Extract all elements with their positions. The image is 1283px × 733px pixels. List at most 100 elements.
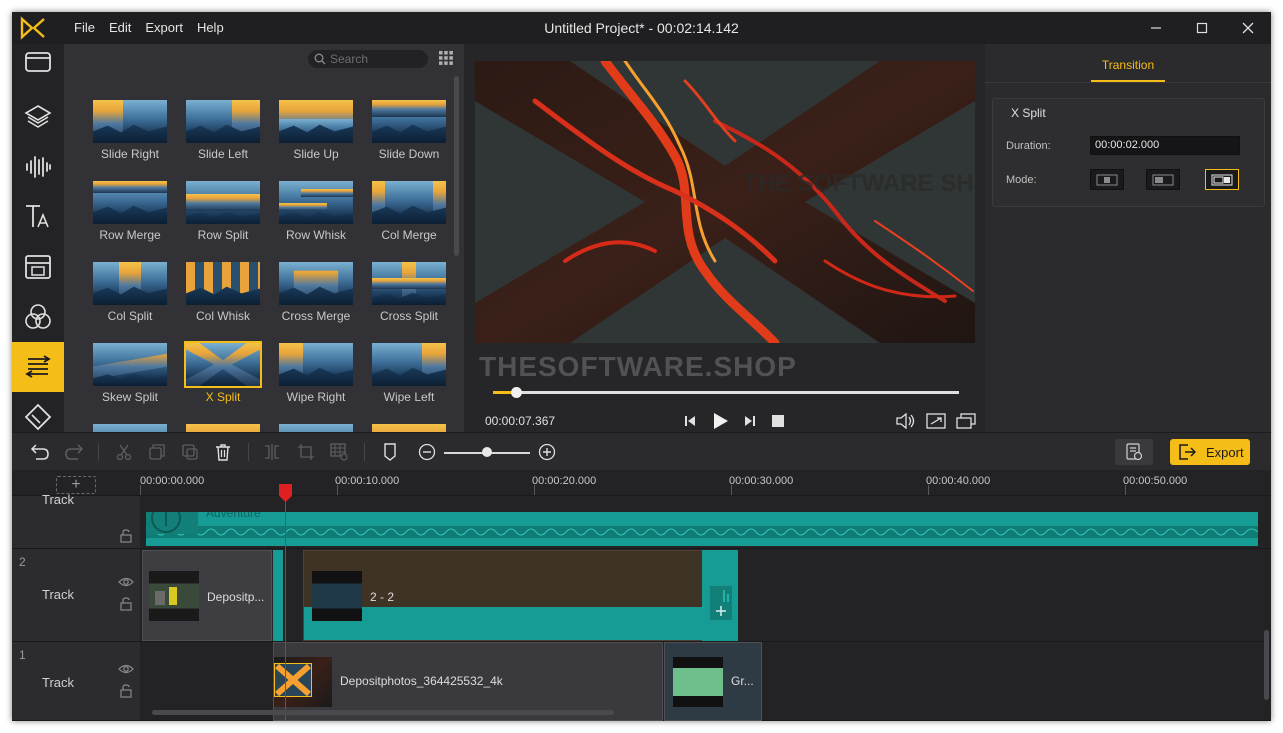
transition-slide-right[interactable]: Slide Right — [91, 100, 169, 161]
transition-cross-merge[interactable]: Cross Merge — [277, 262, 355, 323]
transition-col-whisk[interactable]: Col Whisk — [184, 262, 262, 323]
sidebar-item-text[interactable] — [12, 192, 64, 242]
transition-col-split[interactable]: Col Split — [91, 262, 169, 323]
transition-wipe-left[interactable]: Wipe Left — [370, 343, 448, 404]
lock-icon[interactable] — [118, 684, 134, 698]
transition-label: Row Split — [197, 228, 249, 242]
zoom-slider-knob[interactable] — [482, 447, 492, 457]
zoom-in-button[interactable] — [536, 441, 558, 463]
sidebar-item-transitions[interactable] — [12, 342, 64, 392]
clip-end-segment[interactable] — [702, 550, 738, 641]
crop-icon — [298, 444, 314, 460]
play-button[interactable] — [709, 410, 731, 432]
transition-badge[interactable] — [274, 663, 312, 697]
mode-center-button[interactable] — [1090, 169, 1124, 190]
mode-left-button[interactable] — [1146, 169, 1180, 190]
transition-row-split[interactable]: Row Split — [184, 181, 262, 242]
export-button[interactable]: Export — [1170, 439, 1250, 465]
video-clip[interactable]: Depositp... — [142, 550, 272, 641]
transition-thumbnail — [186, 100, 260, 143]
timeline-horizontal-scrollbar[interactable] — [152, 710, 614, 715]
fullscreen-button[interactable] — [925, 410, 947, 432]
lock-icon[interactable] — [118, 529, 134, 543]
menu-export[interactable]: Export — [138, 12, 190, 44]
transition-tile[interactable] — [91, 424, 169, 432]
tab-transition[interactable]: Transition — [1091, 58, 1165, 72]
delete-button[interactable] — [212, 441, 234, 463]
zoom-out-button[interactable] — [416, 441, 438, 463]
menu-bar: File Edit Export Help — [67, 12, 231, 44]
transition-slide-left[interactable]: Slide Left — [184, 100, 262, 161]
transition-tile[interactable] — [277, 424, 355, 432]
sidebar-item-media[interactable] — [12, 36, 64, 86]
redo-button[interactable] — [63, 441, 85, 463]
volume-icon — [896, 413, 915, 429]
mosaic-button[interactable] — [328, 441, 350, 463]
minimize-button[interactable] — [1133, 12, 1179, 44]
transition-tile[interactable] — [370, 424, 448, 432]
time-ruler[interactable]: 00:00:00.000 00:00:10.000 00:00:20.000 0… — [140, 470, 1271, 496]
sidebar-item-audio[interactable] — [12, 142, 64, 192]
transition-x-split[interactable]: X Split — [184, 341, 262, 404]
eye-icon[interactable] — [118, 575, 134, 589]
transition-cross-split[interactable]: Cross Split — [370, 262, 448, 323]
split-icon — [265, 444, 279, 460]
menu-help[interactable]: Help — [190, 12, 231, 44]
render-settings-button[interactable] — [1115, 439, 1153, 465]
transition-col-merge[interactable]: Col Merge — [370, 181, 448, 242]
scissors-icon — [116, 444, 132, 461]
undo-button[interactable] — [29, 441, 51, 463]
undo-icon — [30, 444, 49, 460]
transition-row-whisk[interactable]: Row Whisk — [277, 181, 355, 242]
transition-slide-down[interactable]: Slide Down — [370, 100, 448, 161]
grid-view-icon[interactable] — [438, 50, 454, 66]
menu-file[interactable]: File — [67, 12, 102, 44]
progress-knob[interactable] — [511, 387, 523, 398]
step-forward-button[interactable] — [739, 410, 761, 432]
eye-icon[interactable] — [118, 662, 134, 676]
video-preview[interactable]: THE SOFTWARE SH — [475, 61, 975, 343]
transition-skew-split[interactable]: Skew Split — [91, 343, 169, 404]
video-clip[interactable]: Gr... — [664, 642, 762, 721]
step-back-button[interactable] — [679, 410, 701, 432]
audio-clip[interactable]: Adventure — [146, 512, 1258, 546]
cut-button[interactable] — [113, 441, 135, 463]
transition-icon — [25, 355, 51, 378]
playback-progress-bar[interactable] — [493, 387, 959, 398]
duration-field[interactable]: 00:00:02.000 — [1090, 136, 1240, 155]
stop-button[interactable] — [767, 410, 789, 432]
volume-button[interactable] — [895, 410, 917, 432]
sidebar-item-filters[interactable] — [12, 292, 64, 342]
sidebar-item-layers[interactable] — [12, 92, 64, 142]
step-forward-icon — [745, 416, 755, 426]
mode-label: Mode: — [1006, 174, 1037, 186]
transition-row-merge[interactable]: Row Merge — [91, 181, 169, 242]
settings-icon — [1126, 443, 1143, 461]
mode-right-button[interactable] — [1205, 169, 1239, 190]
transition-thumbnail — [93, 181, 167, 224]
maximize-button[interactable] — [1179, 12, 1225, 44]
sidebar-item-templates[interactable] — [12, 242, 64, 292]
search-input[interactable]: Search — [308, 50, 428, 68]
snapshot-button[interactable] — [955, 410, 977, 432]
transition-tile[interactable] — [184, 424, 262, 432]
transition-slide-up[interactable]: Slide Up — [277, 100, 355, 161]
timeline-vertical-scrollbar[interactable] — [1264, 630, 1269, 700]
add-segment[interactable] — [710, 586, 732, 620]
crop-button[interactable] — [295, 441, 317, 463]
split-button[interactable] — [261, 441, 283, 463]
clip-thumbnail — [149, 571, 199, 621]
video-watermark: THE SOFTWARE SH — [743, 170, 974, 197]
settings-title: X Split — [1011, 106, 1046, 120]
paste-button[interactable] — [179, 441, 201, 463]
close-button[interactable] — [1225, 12, 1271, 44]
transition-label: Row Merge — [99, 228, 161, 242]
copy-button[interactable] — [146, 441, 168, 463]
transition-wipe-right[interactable]: Wipe Right — [277, 343, 355, 404]
marker-button[interactable] — [379, 441, 401, 463]
video-clip[interactable]: 2 - 2 — [303, 550, 737, 641]
audio-clip-label: Adventure — [206, 512, 261, 520]
menu-edit[interactable]: Edit — [102, 12, 138, 44]
transition-marker[interactable] — [273, 550, 283, 641]
lock-icon[interactable] — [118, 597, 134, 611]
